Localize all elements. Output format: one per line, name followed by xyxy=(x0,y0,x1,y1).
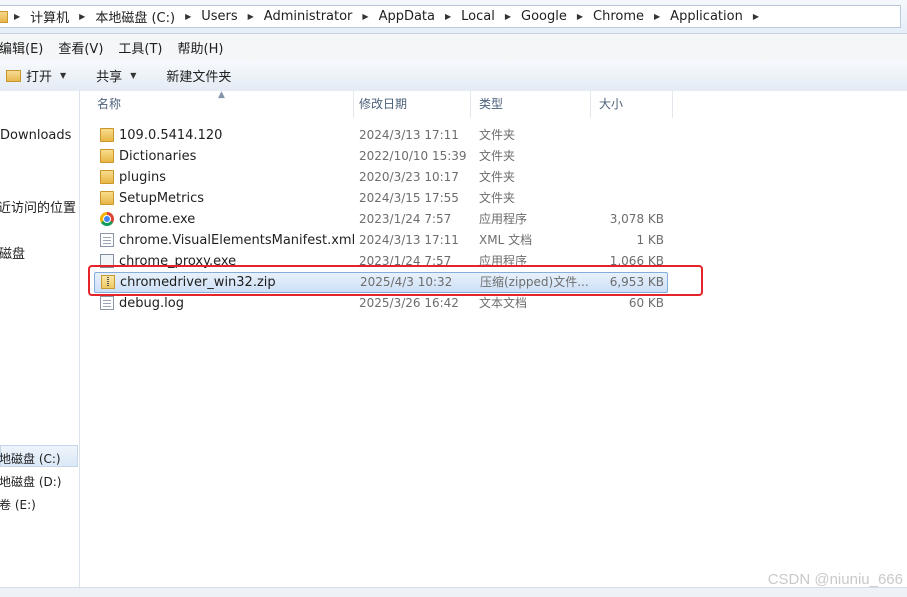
menu-view[interactable]: 查看(V) xyxy=(58,38,103,57)
nav-item-drive-e[interactable]: 新加卷 (E:) xyxy=(0,496,36,513)
breadcrumb-application[interactable]: Application xyxy=(670,9,743,24)
chevron-right-icon[interactable]: ▶ xyxy=(79,12,85,21)
file-type: 文本文档 xyxy=(479,296,528,310)
file-row[interactable]: chrome.exe 2023/1/24 7:57 应用程序 3,078 KB xyxy=(90,209,670,230)
share-button-label: 共享 xyxy=(96,70,123,85)
file-name: chrome_proxy.exe xyxy=(119,254,237,269)
file-name: Dictionaries xyxy=(119,149,197,164)
menu-help[interactable]: 帮助(H) xyxy=(178,38,224,57)
file-size: 6,953 KB xyxy=(609,275,664,289)
address-bar[interactable]: ▶ 计算机 ▶ 本地磁盘 (C:) ▶ Users ▶ Administrato… xyxy=(0,0,907,34)
file-date: 2025/4/3 10:32 xyxy=(360,275,453,289)
breadcrumb-administrator[interactable]: Administrator xyxy=(264,9,353,24)
file-row[interactable]: plugins 2020/3/23 10:17 文件夹 xyxy=(90,167,670,188)
breadcrumb-appdata[interactable]: AppData xyxy=(379,9,435,24)
folder-icon xyxy=(100,149,114,163)
file-name: plugins xyxy=(119,170,166,185)
chevron-right-icon[interactable]: ▶ xyxy=(185,12,191,21)
nav-item-local-disk[interactable]: 本地磁盘 xyxy=(0,243,25,262)
open-button-label: 打开 xyxy=(26,70,53,85)
column-header-type[interactable]: 类型 xyxy=(471,91,591,118)
file-type: 应用程序 xyxy=(479,254,528,268)
menu-edit[interactable]: 编辑(E) xyxy=(0,38,43,57)
nav-item-recent-places[interactable]: 最近访问的位置 xyxy=(0,197,76,216)
file-size: 60 KB xyxy=(628,296,664,310)
share-button[interactable]: 共享 ▼ xyxy=(96,66,136,85)
navigation-pane[interactable]: Downloads 最近访问的位置 本地磁盘 本地磁盘 (C:) 本地磁盘 (D… xyxy=(0,91,80,587)
command-toolbar: 打开 ▼ 共享 ▼ 新建文件夹 xyxy=(0,60,907,92)
nav-item-drive-d[interactable]: 本地磁盘 (D:) xyxy=(0,473,61,490)
file-date: 2024/3/13 17:11 xyxy=(359,233,459,247)
folder-icon xyxy=(100,191,114,205)
xml-file-icon xyxy=(100,233,114,247)
chevron-right-icon[interactable]: ▶ xyxy=(654,12,660,21)
breadcrumb-local[interactable]: Local xyxy=(461,9,495,24)
open-button[interactable]: 打开 ▼ xyxy=(6,66,66,85)
file-name: chrome.exe xyxy=(119,212,196,227)
nav-item-drive-c[interactable]: 本地磁盘 (C:) xyxy=(0,450,61,467)
breadcrumb-google[interactable]: Google xyxy=(521,9,567,24)
chevron-down-icon: ▼ xyxy=(60,71,67,80)
file-type: 压缩(zipped)文件... xyxy=(480,275,589,289)
file-name: chrome.VisualElementsManifest.xml xyxy=(119,233,356,248)
file-date: 2023/1/24 7:57 xyxy=(359,212,452,226)
breadcrumb-computer[interactable]: 计算机 xyxy=(30,7,69,26)
chrome-icon xyxy=(100,212,114,226)
column-headers: ▲ 名称 修改日期 类型 大小 xyxy=(80,90,907,118)
menu-tools[interactable]: 工具(T) xyxy=(118,38,162,57)
file-type: XML 文档 xyxy=(479,233,533,247)
chevron-right-icon[interactable]: ▶ xyxy=(14,12,20,21)
new-folder-button-label: 新建文件夹 xyxy=(166,70,232,85)
file-size: 1,066 KB xyxy=(609,254,664,268)
file-type: 文件夹 xyxy=(479,149,516,163)
chevron-right-icon[interactable]: ▶ xyxy=(505,12,511,21)
file-row[interactable]: debug.log 2025/3/26 16:42 文本文档 60 KB xyxy=(90,293,670,314)
folder-icon xyxy=(100,170,114,184)
file-row-selected[interactable]: chromedriver_win32.zip 2025/4/3 10:32 压缩… xyxy=(94,272,668,293)
folder-icon xyxy=(100,128,114,142)
file-name: 109.0.5414.120 xyxy=(119,128,223,143)
file-date: 2020/3/23 10:17 xyxy=(359,170,459,184)
file-type: 文件夹 xyxy=(479,128,516,142)
breadcrumb-chrome[interactable]: Chrome xyxy=(593,9,644,24)
file-row[interactable]: SetupMetrics 2024/3/15 17:55 文件夹 xyxy=(90,188,670,209)
chevron-right-icon[interactable]: ▶ xyxy=(445,12,451,21)
text-file-icon xyxy=(100,296,114,310)
file-size: 3,078 KB xyxy=(609,212,664,226)
exe-file-icon xyxy=(100,254,114,268)
file-date: 2023/1/24 7:57 xyxy=(359,254,452,268)
column-header-date[interactable]: 修改日期 xyxy=(351,91,471,118)
column-header-name[interactable]: 名称 xyxy=(89,91,354,118)
breadcrumb-drive-c[interactable]: 本地磁盘 (C:) xyxy=(95,7,175,26)
file-type: 应用程序 xyxy=(479,212,528,226)
watermark: CSDN @niuniu_666 xyxy=(767,571,903,588)
nav-item-downloads[interactable]: Downloads xyxy=(0,128,71,143)
new-folder-button[interactable]: 新建文件夹 xyxy=(166,66,231,85)
zip-file-icon xyxy=(101,275,115,289)
chevron-down-icon: ▼ xyxy=(130,71,137,80)
file-date: 2022/10/10 15:39 xyxy=(359,149,467,163)
breadcrumb-users[interactable]: Users xyxy=(201,9,237,24)
file-name: debug.log xyxy=(119,296,184,311)
file-type: 文件夹 xyxy=(479,170,516,184)
file-date: 2024/3/15 17:55 xyxy=(359,191,459,205)
file-name: SetupMetrics xyxy=(119,191,205,206)
menu-bar: 编辑(E) 查看(V) 工具(T) 帮助(H) xyxy=(0,34,907,61)
open-folder-icon xyxy=(6,69,21,82)
folder-icon xyxy=(0,10,8,23)
file-row[interactable]: chrome.VisualElementsManifest.xml 2024/3… xyxy=(90,230,670,251)
file-size: 1 KB xyxy=(636,233,664,247)
file-type: 文件夹 xyxy=(479,191,516,205)
file-row[interactable]: 109.0.5414.120 2024/3/13 17:11 文件夹 xyxy=(90,125,670,146)
file-row[interactable]: chrome_proxy.exe 2023/1/24 7:57 应用程序 1,0… xyxy=(90,251,670,272)
file-name: chromedriver_win32.zip xyxy=(120,275,276,290)
chevron-right-icon[interactable]: ▶ xyxy=(248,12,254,21)
file-date: 2025/3/26 16:42 xyxy=(359,296,459,310)
chevron-right-icon[interactable]: ▶ xyxy=(577,12,583,21)
column-header-size[interactable]: 大小 xyxy=(591,91,673,118)
chevron-right-icon[interactable]: ▶ xyxy=(753,12,759,21)
file-row[interactable]: Dictionaries 2022/10/10 15:39 文件夹 xyxy=(90,146,670,167)
chevron-right-icon[interactable]: ▶ xyxy=(362,12,368,21)
file-date: 2024/3/13 17:11 xyxy=(359,128,459,142)
